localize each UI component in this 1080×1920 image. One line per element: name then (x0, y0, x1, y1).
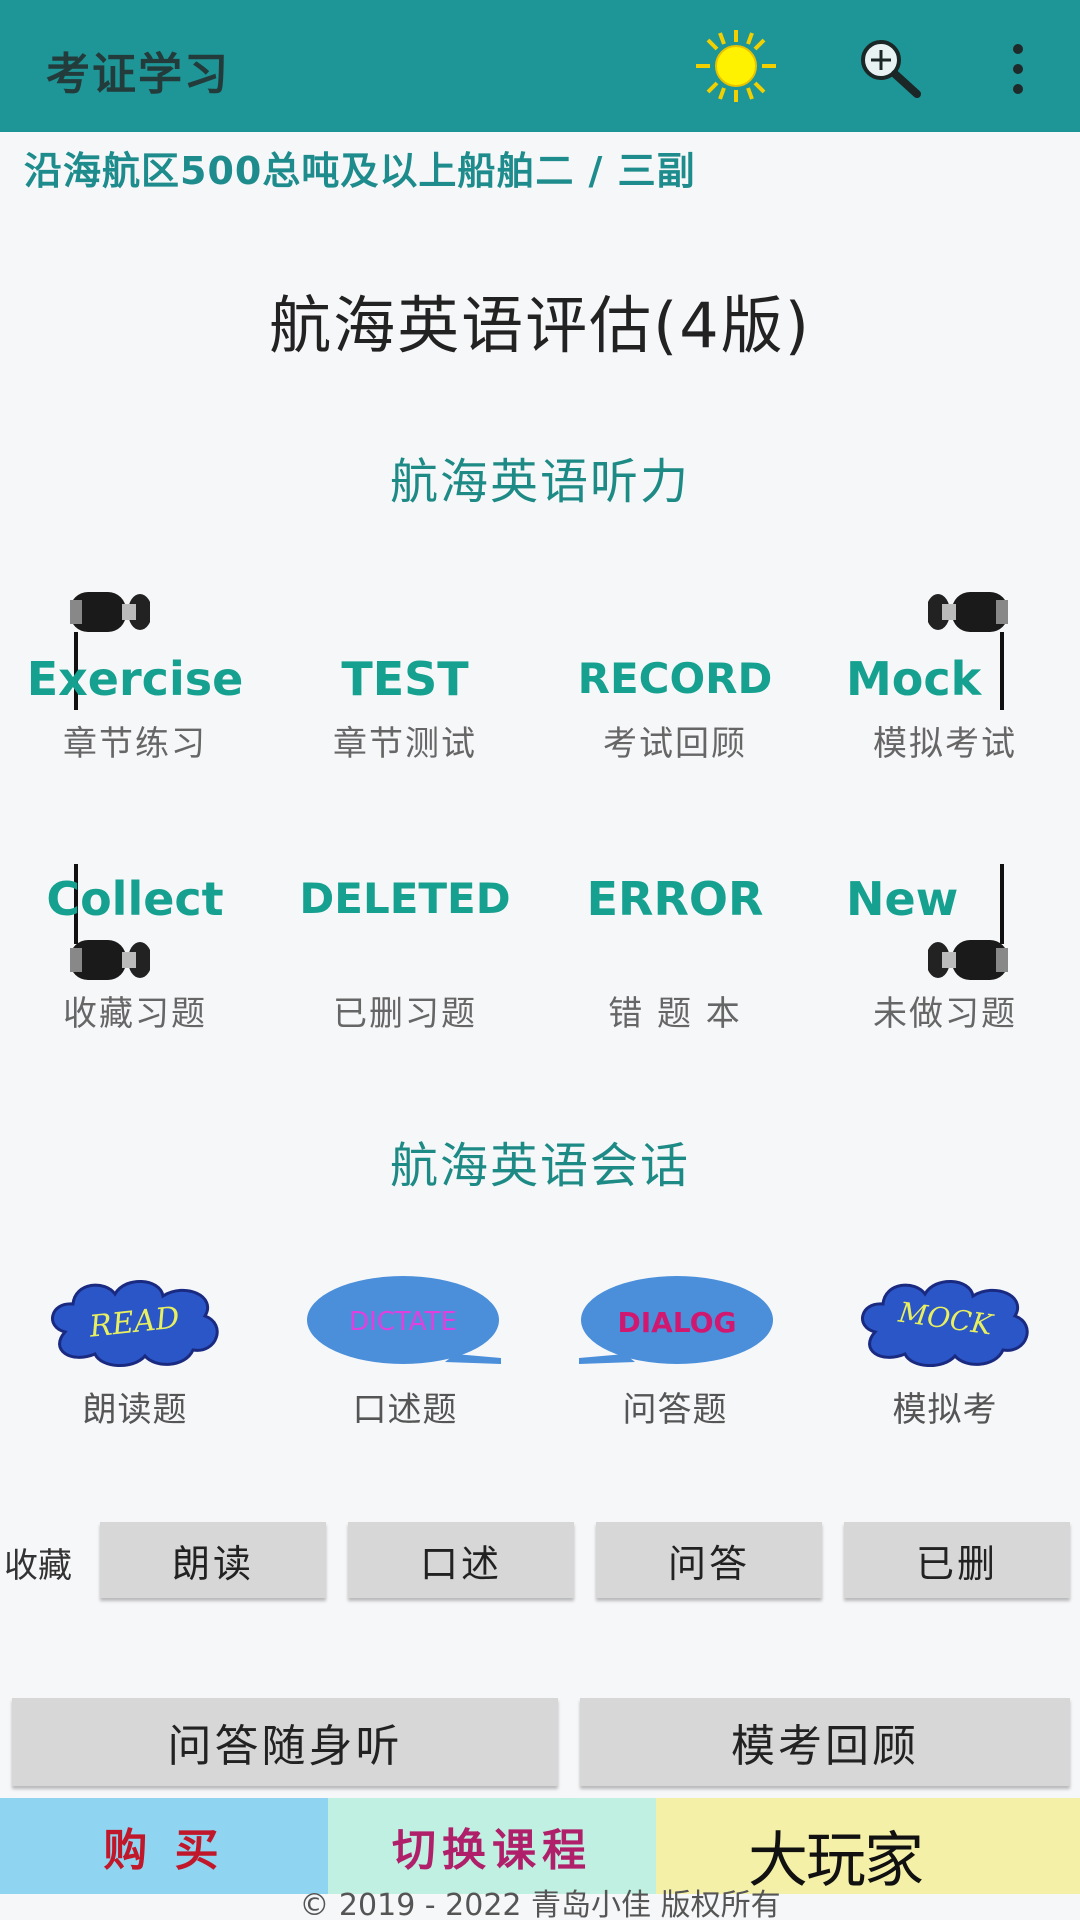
tile-new[interactable]: New 未做习题 (810, 864, 1080, 1035)
tile-record[interactable]: RECORD 考试回顾 (540, 644, 810, 765)
search-icon[interactable] (855, 36, 927, 100)
speaking-label-mock: 模拟考 (892, 1390, 998, 1430)
tile-collect[interactable]: Collect 收藏习题 (0, 864, 270, 1035)
dialog-word: DIALOG (618, 1306, 737, 1339)
tile-word: Mock (846, 652, 982, 706)
app-title: 考证学习 (46, 49, 230, 100)
speaking-section-title: 航海英语会话 (389, 1138, 690, 1194)
favorites-label: 收藏 (4, 1546, 72, 1586)
tile-label: 章节测试 (333, 724, 477, 764)
tile-label: 收藏习题 (63, 994, 207, 1034)
tile-word: Collect (46, 872, 224, 926)
course-title: 航海英语评估(4版) (269, 289, 811, 362)
dictate-bubble-icon[interactable]: DICTATE (305, 1272, 505, 1372)
tile-label: 未做习题 (873, 994, 1017, 1034)
fav-dictate-button[interactable]: 口述 (348, 1522, 574, 1598)
tile-word: DELETED (299, 874, 511, 923)
mock-review-button[interactable]: 模考回顾 (580, 1698, 1070, 1786)
course-subtitle: 沿海航区500总吨及以上船舶二 / 三副 (24, 149, 696, 193)
tile-test[interactable]: TEST 章节测试 (270, 644, 540, 765)
dialog-bubble-icon[interactable]: DIALOG (575, 1272, 775, 1372)
app-bar: 考证学习 (0, 0, 1080, 132)
fav-read-button[interactable]: 朗读 (100, 1522, 326, 1598)
sun-icon[interactable] (690, 28, 782, 104)
tile-word: ERROR (586, 872, 764, 926)
tile-word: RECORD (577, 654, 773, 703)
tile-error[interactable]: ERROR 错 题 本 (540, 864, 810, 1035)
read-cloud-icon[interactable]: READ (45, 1272, 225, 1372)
listen-on-the-go-button[interactable]: 问答随身听 (12, 1698, 558, 1786)
speaking-label-read: 朗读题 (82, 1390, 188, 1430)
tile-label: 模拟考试 (873, 724, 1017, 764)
more-vert-icon[interactable] (1000, 44, 1036, 94)
tile-label: 错 题 本 (608, 994, 742, 1034)
listening-section-title: 航海英语听力 (389, 454, 690, 510)
tile-exercise[interactable]: Exercise 章节练习 (0, 644, 270, 765)
copyright-footer: © 2019 - 2022 青岛小佳 版权所有 (299, 1888, 781, 1920)
mock-cloud-icon[interactable]: MOCK (855, 1272, 1035, 1372)
speaking-label-dictate: 口述题 (352, 1390, 458, 1430)
tile-label: 章节练习 (63, 724, 207, 764)
tile-mock[interactable]: Mock 模拟考试 (810, 644, 1080, 765)
tile-label: 考试回顾 (603, 724, 747, 764)
tile-deleted[interactable]: DELETED 已删习题 (270, 864, 540, 1035)
tile-word: New (846, 872, 959, 926)
speaking-label-dialog: 问答题 (622, 1390, 728, 1430)
tile-word: Exercise (26, 652, 244, 706)
tile-word: TEST (341, 652, 469, 706)
fav-dialog-button[interactable]: 问答 (596, 1522, 822, 1598)
fav-deleted-button[interactable]: 已删 (844, 1522, 1070, 1598)
dictate-word: DICTATE (349, 1307, 457, 1337)
tile-label: 已删习题 (333, 994, 477, 1034)
